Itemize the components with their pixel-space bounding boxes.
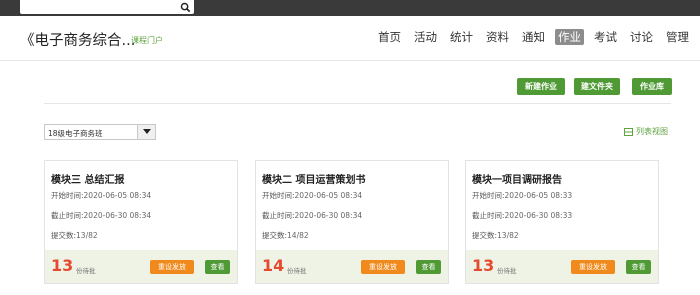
redistribute-button[interactable]: 重设发放 xyxy=(150,260,194,274)
start-time: 开始时间:2020-06-05 08:34 xyxy=(51,191,152,200)
assignment-title[interactable]: 模块三 总结汇报 xyxy=(51,171,124,186)
nav-activities[interactable]: 活动 xyxy=(411,29,440,45)
new-folder-button[interactable]: 建文件夹 xyxy=(574,78,620,95)
assignment-card: 模块三 总结汇报 开始时间:2020-06-05 08:34 截止时间:2020… xyxy=(44,160,238,284)
pending-label: 份待批 xyxy=(287,267,307,275)
pending-count: 13 xyxy=(51,256,74,275)
start-time: 开始时间:2020-06-05 08:34 xyxy=(262,191,363,200)
redistribute-button[interactable]: 重设发放 xyxy=(361,260,405,274)
nav-manage[interactable]: 管理 xyxy=(663,29,692,45)
caret-down-icon xyxy=(142,129,151,134)
assignment-card: 模块一项目调研报告 开始时间:2020-06-05 08:33 截止时间:202… xyxy=(465,160,659,284)
card-footer: 13 份待批 重设发放 查看 xyxy=(45,250,237,283)
nav-home[interactable]: 首页 xyxy=(375,29,404,45)
nav-assignments[interactable]: 作业 xyxy=(555,29,584,45)
class-select-value: 18级电子商务班 xyxy=(48,129,103,138)
nav-exams[interactable]: 考试 xyxy=(591,29,620,45)
view-button[interactable]: 查看 xyxy=(205,260,230,274)
redistribute-button[interactable]: 重设发放 xyxy=(571,260,615,274)
nav-materials[interactable]: 资料 xyxy=(483,29,512,45)
submission-count: 提交数:13/82 xyxy=(472,231,519,240)
class-select[interactable]: 18级电子商务班 xyxy=(44,124,156,140)
start-time: 开始时间:2020-06-05 08:33 xyxy=(472,191,573,200)
submission-count: 提交数:13/82 xyxy=(51,231,98,240)
search-input[interactable] xyxy=(20,0,194,14)
new-assignment-button[interactable]: 新建作业 xyxy=(517,78,565,95)
top-bar xyxy=(0,0,700,16)
card-footer: 13 份待批 重设发放 查看 xyxy=(466,250,658,283)
course-header: 《电子商务综合... 课程门户 首页 活动 统计 资料 通知 作业 考试 讨论 … xyxy=(0,16,700,61)
nav-notices[interactable]: 通知 xyxy=(519,29,548,45)
pending-label: 份待批 xyxy=(497,267,517,275)
portal-link[interactable]: 课程门户 xyxy=(131,35,163,46)
search-button[interactable] xyxy=(176,0,194,14)
pending-label: 份待批 xyxy=(76,267,96,275)
course-title: 《电子商务综合... xyxy=(20,33,136,49)
assignment-title[interactable]: 模块二 项目运营策划书 xyxy=(262,171,365,186)
list-icon xyxy=(624,127,633,136)
end-time: 截止时间:2020-06-30 08:33 xyxy=(472,211,573,220)
assignment-card: 模块二 项目运营策划书 开始时间:2020-06-05 08:34 截止时间:2… xyxy=(255,160,449,284)
divider xyxy=(44,103,671,104)
view-button[interactable]: 查看 xyxy=(626,260,651,274)
pending-count: 14 xyxy=(262,256,285,275)
pending-count: 13 xyxy=(472,256,495,275)
assignment-library-button[interactable]: 作业库 xyxy=(632,78,672,95)
dropdown-button[interactable] xyxy=(137,125,155,139)
list-view-toggle[interactable]: 列表视图 xyxy=(624,126,668,137)
end-time: 截止时间:2020-06-30 08:34 xyxy=(262,211,363,220)
assignment-title[interactable]: 模块一项目调研报告 xyxy=(472,171,562,186)
nav-statistics[interactable]: 统计 xyxy=(447,29,476,45)
list-view-label: 列表视图 xyxy=(636,127,668,136)
submission-count: 提交数:14/82 xyxy=(262,231,309,240)
search-icon xyxy=(180,2,190,12)
nav-discussions[interactable]: 讨论 xyxy=(627,29,656,45)
main-nav: 首页 活动 统计 资料 通知 作业 考试 讨论 管理 xyxy=(368,29,692,45)
card-footer: 14 份待批 重设发放 查看 xyxy=(256,250,448,283)
view-button[interactable]: 查看 xyxy=(416,260,441,274)
end-time: 截止时间:2020-06-30 08:34 xyxy=(51,211,152,220)
